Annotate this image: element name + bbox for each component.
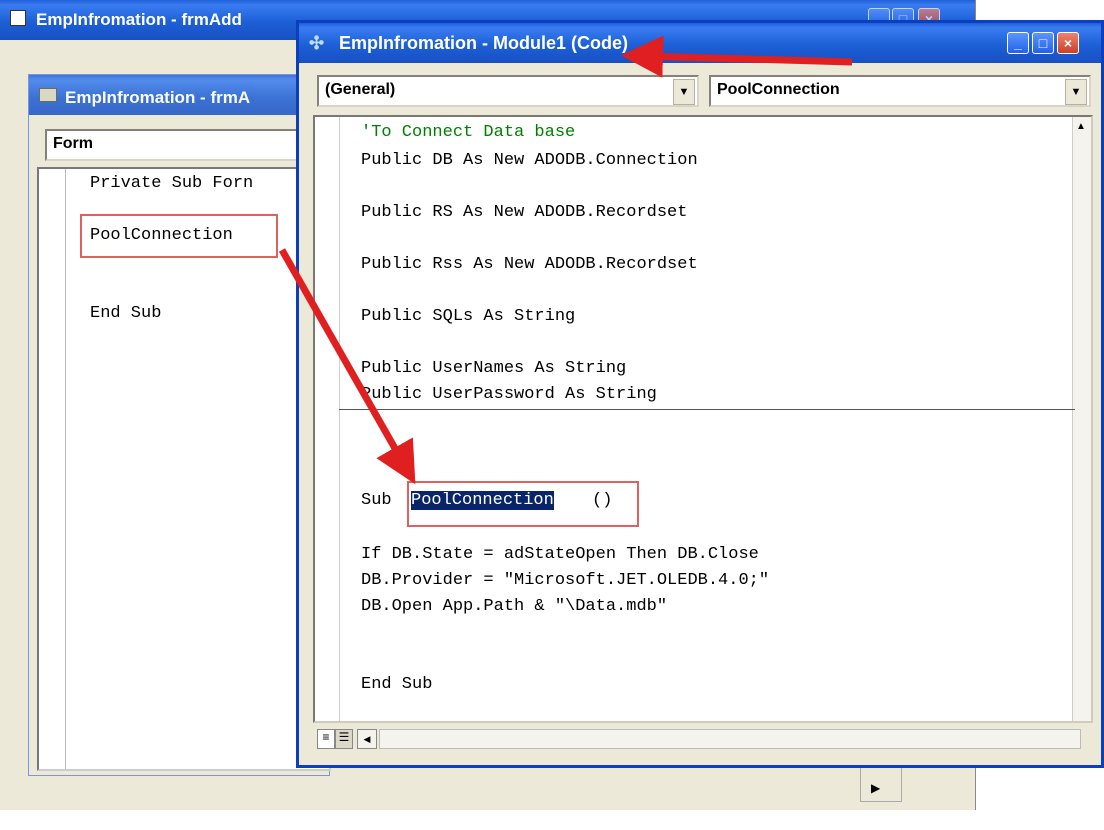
annotation-arrows (278, 35, 853, 485)
arrow-title (621, 35, 853, 78)
arrow-poolconnection (278, 248, 416, 485)
